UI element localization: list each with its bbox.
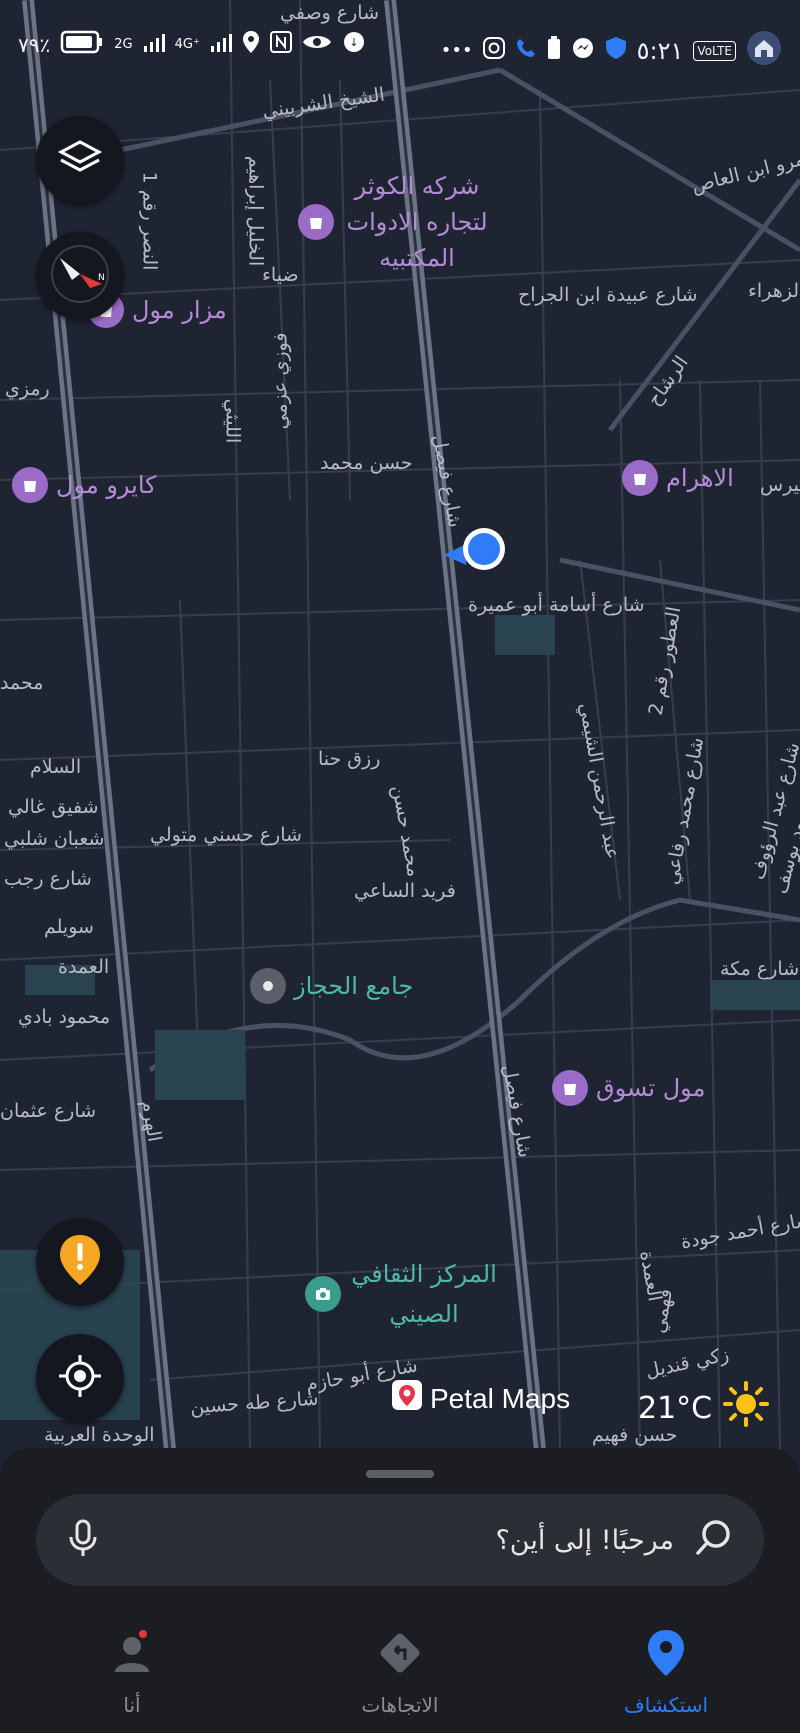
street-label: الوحدة العربية <box>44 1424 155 1446</box>
poi-label: المركز الثقافي الصيني <box>351 1260 497 1328</box>
poi-label: كايرو مول <box>56 471 157 499</box>
instagram-icon <box>482 37 505 64</box>
poi-alkawthar[interactable]: شركه الكوثر لتجاره الادوات المكتبيه <box>298 168 492 276</box>
microphone-icon[interactable] <box>66 1518 100 1562</box>
street-label: رمزي <box>5 378 50 400</box>
profile-icon <box>107 1628 157 1683</box>
location-pin-icon <box>646 1628 686 1683</box>
street-label: شارع رجب <box>4 868 92 890</box>
my-location-button[interactable] <box>36 1334 124 1422</box>
street-label: شفيق غالي <box>8 796 99 818</box>
petal-maps-pin-icon <box>392 1380 422 1417</box>
shield-icon <box>605 36 627 65</box>
signal-4g-label: 4G⁺ <box>174 37 200 52</box>
street-label: شارع مكة <box>720 958 800 980</box>
sun-icon <box>722 1380 770 1436</box>
battery-saver-icon <box>547 36 561 65</box>
map-view[interactable]: شارع وصفي الشيخ الشربيني الخليل إبراهيم … <box>0 0 800 1450</box>
data-saver-icon: ↓ <box>342 30 366 59</box>
tab-me[interactable]: أنا <box>42 1628 222 1717</box>
search-input[interactable]: مرحبًا! إلى أين؟ <box>495 1525 674 1556</box>
street-label: النصر رقم 1 <box>138 171 161 271</box>
phone-icon <box>515 37 537 64</box>
compass-icon: N <box>50 244 110 308</box>
tab-directions[interactable]: الاتجاهات <box>310 1628 490 1717</box>
shopping-bag-icon <box>12 467 48 503</box>
messenger-icon <box>571 36 595 65</box>
poi-al-ahram[interactable]: الاهرام <box>622 460 734 496</box>
street-label: فوزي عزمي <box>269 332 292 430</box>
layers-icon <box>57 138 103 182</box>
battery-percent: ٧٩٪ <box>18 32 51 57</box>
brand-name: Petal Maps <box>430 1382 571 1414</box>
shopping-bag-icon <box>298 204 334 240</box>
weather-indicator[interactable]: 21°C <box>638 1380 770 1436</box>
search-icon[interactable] <box>694 1518 734 1562</box>
status-bar: ٧٩٪ 2G 4G⁺ ↓ ••• ٥:٢١ VoLTE <box>0 0 800 90</box>
tab-label: أنا <box>123 1693 141 1717</box>
sheet-drag-handle[interactable] <box>366 1470 434 1478</box>
search-bar[interactable]: مرحبًا! إلى أين؟ <box>36 1494 764 1586</box>
nfc-icon <box>269 31 292 58</box>
poi-cairo-mall[interactable]: كايرو مول <box>12 467 157 503</box>
tab-explore[interactable]: استكشاف <box>576 1628 756 1717</box>
street-label: شعبان شلبي <box>4 828 105 850</box>
street-label: فريد الساعي <box>354 880 456 902</box>
eye-icon <box>302 32 332 57</box>
signal-2g-label: 2G <box>114 37 133 52</box>
poi-mosque[interactable]: جامع الحجاز <box>250 968 413 1004</box>
shopping-bag-icon <box>622 460 658 496</box>
street-label: سويلم <box>44 916 94 938</box>
street-label: محمد <box>0 672 44 694</box>
bottom-navigation: استكشاف الاتجاهات أنا <box>0 1628 800 1728</box>
street-label: شارع أسامة أبو عميرة <box>468 594 645 616</box>
svg-text:↓: ↓ <box>349 36 358 49</box>
street-label: شارع حسني متولي <box>150 824 302 846</box>
poi-label: شركه الكوثر لتجاره الادوات المكتبيه <box>346 172 488 272</box>
camera-icon <box>305 1276 341 1312</box>
street-label: بيرس <box>760 474 800 496</box>
svg-text:N: N <box>98 273 105 283</box>
poi-chinese-cultural-center[interactable]: المركز الثقافي الصيني <box>305 1254 499 1334</box>
street-label: ضياء <box>262 264 299 286</box>
street-label: محمود بادي <box>18 1006 111 1028</box>
shopping-bag-icon <box>552 1070 588 1106</box>
crosshair-icon <box>57 1353 103 1403</box>
home-app-icon <box>746 30 782 71</box>
street-label: رزق حنا <box>318 748 381 770</box>
volte-badge: VoLTE <box>693 40 736 61</box>
poi-label: الاهرام <box>666 464 734 492</box>
compass-button[interactable]: N <box>36 232 124 320</box>
street-label: الليثي <box>221 398 244 444</box>
warning-pin-icon <box>58 1233 102 1291</box>
bottom-sheet: مرحبًا! إلى أين؟ استكشاف الاتجاهات أنا <box>0 1448 800 1733</box>
clock-time: ٥:٢١ <box>636 36 684 65</box>
street-label: العمدة <box>58 956 110 978</box>
poi-label: مول تسوق <box>596 1074 706 1102</box>
current-location-marker <box>440 525 510 573</box>
signal-icon <box>143 31 165 58</box>
poi-mall-tasawaq[interactable]: مول تسوق <box>552 1070 705 1106</box>
signal-icon <box>210 31 232 58</box>
tab-label: استكشاف <box>623 1693 709 1717</box>
street-label: السلام <box>30 756 82 778</box>
poi-label: مزار مول <box>132 296 227 324</box>
location-icon <box>242 30 260 59</box>
poi-label: جامع الحجاز <box>294 972 414 1000</box>
battery-icon <box>60 30 104 59</box>
place-dot-icon <box>250 968 286 1004</box>
report-button[interactable] <box>36 1218 124 1306</box>
street-label: شارع عثمان <box>0 1100 97 1122</box>
temperature: 21°C <box>638 1390 713 1426</box>
directions-icon <box>375 1628 425 1683</box>
petal-maps-logo: Petal Maps <box>392 1380 570 1417</box>
layers-button[interactable] <box>36 116 124 204</box>
street-label: حسن محمد <box>320 452 413 474</box>
street-label: الزهراء <box>748 280 800 302</box>
street-label: الخليل إبراهيم <box>244 155 267 267</box>
tab-label: الاتجاهات <box>361 1693 439 1717</box>
more-notifications-icon: ••• <box>440 40 473 61</box>
street-label: شارع عبيدة ابن الجراح <box>518 284 698 306</box>
